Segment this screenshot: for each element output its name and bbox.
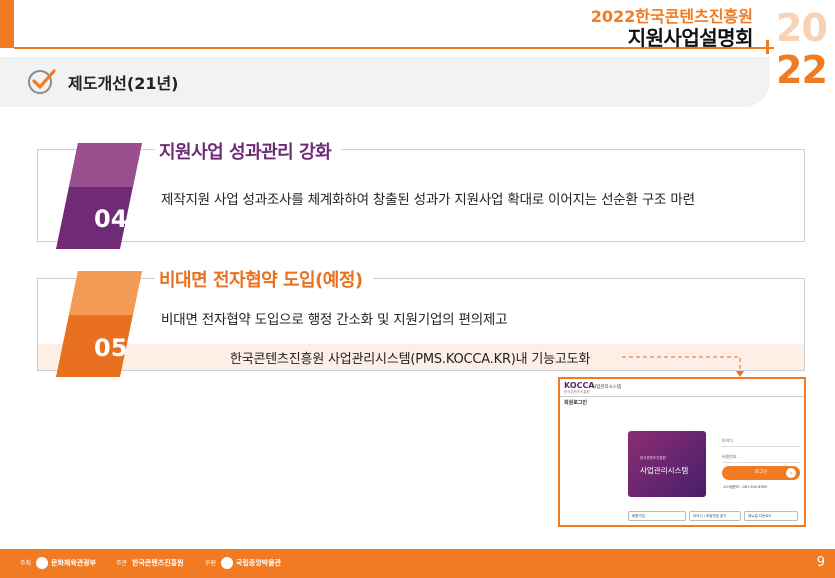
signup-link[interactable]: 회원가입	[628, 511, 686, 521]
footer-org-3: 국립중앙박물관	[221, 556, 281, 570]
museum-logo-icon	[221, 557, 233, 569]
screenshot-divider	[560, 396, 804, 397]
login-button[interactable]: 로그인 ›	[722, 466, 800, 480]
year-bottom: 22	[776, 48, 828, 92]
item-04-number: 04	[94, 205, 128, 233]
contact-info: 시스템문의 : 061 900 6369	[723, 485, 767, 489]
footer-sponsor-label: 후원	[205, 560, 217, 567]
kocca-logo: KOCCA	[564, 381, 595, 390]
item-04-title: 지원사업 성과관리 강화	[155, 138, 342, 164]
item-04-badge	[56, 143, 142, 249]
chevron-right-icon: ›	[786, 468, 796, 478]
footer-bar: 주최 문화체육관광부 주관 한국콘텐츠진흥원 후원 국립중앙박물관 9	[0, 549, 835, 578]
footer-org-2: 한국콘텐츠진흥원	[132, 556, 184, 570]
login-screenshot: KOCCA 한국콘텐츠진흥원 사업관리시스템 회원로그인 한국콘텐츠진흥원 사업…	[558, 377, 806, 527]
manual-download-link[interactable]: 매뉴얼 다운로드	[744, 511, 798, 521]
footer-host-label: 주최	[20, 560, 32, 567]
item-04-description: 제작지원 사업 성과조사를 체계화하여 창출된 성과가 지원사업 확대로 이어지…	[161, 192, 695, 208]
kocca-logo-sub: 한국콘텐츠진흥원	[564, 390, 590, 394]
login-button-label: 로그인	[754, 470, 768, 475]
footer-organizer-label: 주관	[116, 560, 128, 567]
check-circle-icon	[28, 69, 56, 94]
system-card: 한국콘텐츠진흥원 사업관리시스템	[628, 431, 706, 497]
member-login-label: 회원로그인	[564, 400, 588, 406]
system-card-subtitle: 한국콘텐츠진흥원	[640, 456, 666, 460]
footer-org-1: 문화체육관광부	[36, 556, 96, 570]
find-account-link[interactable]: 아이디 / 비밀번호 찾기	[689, 511, 741, 521]
ministry-logo-icon	[36, 557, 48, 569]
year-tick	[766, 40, 769, 54]
header-title: 지원사업설명회	[627, 26, 754, 50]
system-name: 사업관리시스템	[592, 385, 621, 390]
header-accent-bar	[0, 0, 14, 48]
footer-org-1-name: 문화체육관광부	[51, 559, 97, 567]
system-card-title: 사업관리시스템	[640, 466, 689, 475]
item-05-title: 비대면 전자협약 도입(예정)	[155, 266, 373, 292]
password-field[interactable]: 비밀번호	[722, 451, 800, 463]
footer-org-3-name: 국립중앙박물관	[236, 559, 282, 567]
footer-org-2-name: 한국콘텐츠진흥원	[132, 559, 184, 567]
item-05-description: 비대면 전자협약 도입으로 행정 간소화 및 지원기업의 편의제고	[161, 312, 508, 328]
section-title: 제도개선(21년)	[68, 74, 179, 93]
item-05-number: 05	[94, 334, 128, 362]
page-number: 9	[816, 555, 825, 570]
year-top: 20	[776, 6, 828, 50]
id-field[interactable]: 아이디	[722, 435, 800, 447]
item-05-note: 한국콘텐츠진흥원 사업관리시스템(PMS.KOCCA.KR)내 기능고도화	[230, 352, 591, 367]
